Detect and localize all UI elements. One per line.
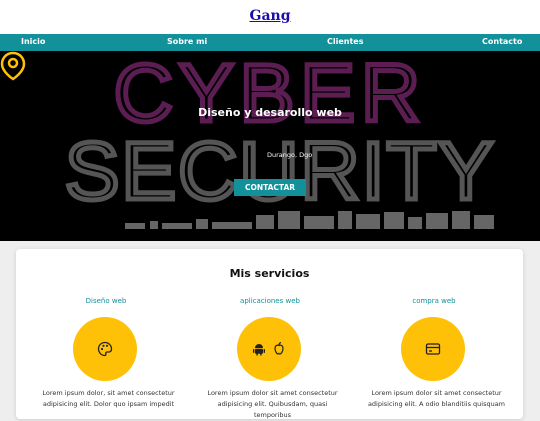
services-card: Mis servicios Diseño web Lorem ipsum dol… <box>16 249 523 419</box>
apple-icon <box>274 341 284 355</box>
main-nav: Inicio Sobre mi Clientes Contacto <box>0 34 540 51</box>
nav-link-clientes[interactable]: Clientes <box>327 37 364 46</box>
brand-link[interactable]: Gang <box>0 8 540 24</box>
service-title[interactable]: compra web <box>354 297 514 305</box>
palette-icon <box>97 341 113 357</box>
service-title[interactable]: Diseño web <box>26 297 186 305</box>
service-description: Lorem ipsum dolor sit amet consectetur a… <box>367 389 506 408</box>
service-item-diseno-web: Diseño web Lorem ipsum dolor, sit amet c… <box>26 297 186 408</box>
service-icon-circle <box>237 317 301 381</box>
service-icon-circle <box>401 317 465 381</box>
hero-title: Diseño y desarollo web <box>198 106 342 119</box>
nav-link-inicio[interactable]: Inicio <box>21 37 45 46</box>
service-item-aplicaciones-web: aplicaciones web Lorem ipsum dolor sit a… <box>190 297 350 419</box>
nav-link-sobre-mi[interactable]: Sobre mi <box>167 37 207 46</box>
hero-background-text-2: SECURITY <box>65 126 496 217</box>
hero-background-graphic: CYBER SECURITY <box>62 51 496 229</box>
service-title[interactable]: aplicaciones web <box>190 297 350 305</box>
top-header: Gang <box>0 0 540 34</box>
service-description: Lorem ipsum dolor, sit amet consectetur … <box>42 389 175 408</box>
location-text: Durango, Dgo <box>267 151 313 159</box>
services-title: Mis servicios <box>229 267 310 280</box>
android-icon <box>253 344 265 356</box>
nav-link-contacto[interactable]: Contacto <box>482 37 522 46</box>
contact-button[interactable]: CONTACTAR <box>234 179 306 196</box>
credit-card-icon <box>425 343 441 355</box>
service-item-compra-web: compra web Lorem ipsum dolor sit amet co… <box>354 297 514 408</box>
location-pin-icon <box>0 51 26 81</box>
hero-banner: CYBER SECURITY Diseño y desarollo web Du… <box>0 51 540 241</box>
service-icon-circle <box>73 317 137 381</box>
